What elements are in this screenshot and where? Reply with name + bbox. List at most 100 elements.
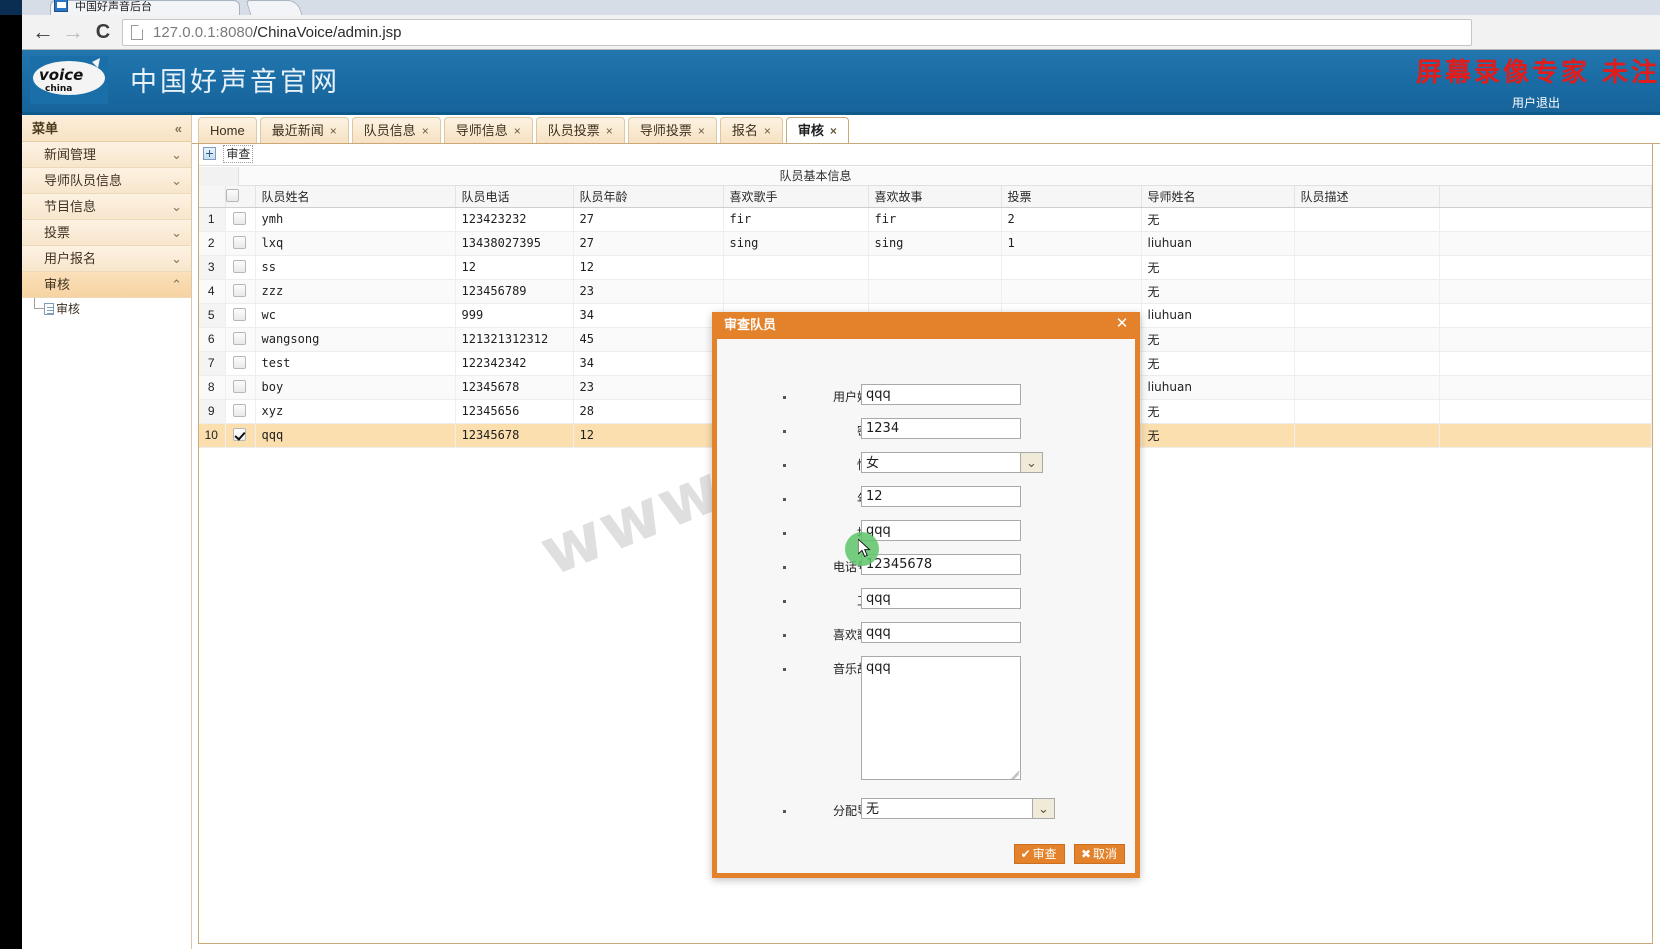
tab-3[interactable]: 导师信息 × [443,117,533,143]
cell-age: 27 [573,231,724,256]
header-col-7[interactable]: 队员描述 [1294,186,1440,208]
row-select-cell[interactable] [225,327,256,352]
field-age: 年龄： 12 [717,483,1135,517]
chevron-down-icon[interactable]: ⌄ [1021,452,1043,473]
logout-link[interactable]: 用户退出 [1512,94,1560,111]
tab-6[interactable]: 报名 × [719,117,783,143]
chevron-icon[interactable]: ⌃ [171,272,182,298]
tab-close-icon[interactable]: × [606,124,613,138]
row-select-cell[interactable] [225,399,256,424]
browser-tab[interactable]: 中国好声音后台 ✕ [50,0,240,15]
new-tab-button[interactable] [245,0,303,15]
password-input[interactable]: 1234 [861,418,1021,439]
row-checkbox[interactable] [233,404,246,417]
sidebar-item-4[interactable]: 用户报名 ⌄ [22,246,191,272]
header-col-5[interactable]: 投票 [1001,186,1142,208]
tab-7[interactable]: 审核 × [785,117,849,143]
close-x-icon: ✖ [1080,847,1092,861]
row-select-cell[interactable] [225,207,256,232]
sidebar-item-1[interactable]: 导师队员信息 ⌄ [22,168,191,194]
address-input[interactable]: qqq [861,520,1021,541]
row-select-cell[interactable] [225,423,256,448]
row-checkbox[interactable] [233,284,246,297]
chevron-icon[interactable]: ⌄ [171,220,182,246]
datagrid-header-row: 队员姓名 队员电话 队员年龄 喜欢歌手 喜欢故事 投票 导师姓名 队员描述 [199,186,1652,208]
cell-filler [1439,375,1652,400]
header-col-0[interactable]: 队员姓名 [255,186,456,208]
job-input[interactable]: qqq [861,588,1021,609]
header-col-3[interactable]: 喜欢歌手 [723,186,869,208]
tab-close-icon[interactable]: × [422,124,429,138]
cell-phone: 12345678 [455,375,574,400]
field-assign-mentor: 分配导师： 无 ⌄ [717,795,1135,829]
row-checkbox[interactable] [233,332,246,345]
forward-icon[interactable]: → [60,21,86,43]
expand-icon[interactable] [203,147,216,160]
tab-2[interactable]: 队员信息 × [351,117,441,143]
favorite-singer-input[interactable]: qqq [861,622,1021,643]
tab-1[interactable]: 最近新闻 × [259,117,349,143]
age-input[interactable]: 12 [861,486,1021,507]
header-col-2[interactable]: 队员年龄 [573,186,724,208]
sidebar-item-5[interactable]: 审核 ⌃ [22,272,191,298]
cell-desc [1294,231,1440,256]
row-checkbox[interactable] [233,236,246,249]
select-all-checkbox[interactable] [225,189,239,203]
phone-input[interactable]: 12345678 [861,554,1021,575]
sidebar-item-0[interactable]: 新闻管理 ⌄ [22,142,191,168]
tab-close-icon[interactable]: × [764,124,771,138]
gender-select[interactable]: 女 [861,452,1021,473]
assign-mentor-select[interactable]: 无 [861,798,1033,819]
row-select-cell[interactable] [225,303,256,328]
username-input[interactable]: qqq [861,384,1021,405]
header-select-all[interactable] [225,186,256,208]
chevron-icon[interactable]: ⌄ [171,246,182,272]
tab-close-icon[interactable]: × [514,124,521,138]
cell-age: 28 [573,399,724,424]
row-checkbox[interactable] [233,428,246,441]
table-row[interactable]: 1 ymh 123423232 27 fir fir 2 无 [199,207,1652,232]
row-select-cell[interactable] [225,351,256,376]
chevron-icon[interactable]: ⌄ [171,168,182,194]
row-checkbox[interactable] [233,212,246,225]
tab-0[interactable]: Home [198,117,257,143]
page-icon [44,303,54,315]
sidebar-item-2[interactable]: 节目信息 ⌄ [22,194,191,220]
row-checkbox[interactable] [233,260,246,273]
table-row[interactable]: 4 zzz 123456789 23 无 [199,279,1652,304]
sidebar-header[interactable]: 菜单 « [22,115,191,142]
row-select-cell[interactable] [225,231,256,256]
header-col-1[interactable]: 队员电话 [455,186,574,208]
textarea-resize-handle[interactable] [1009,768,1020,779]
row-checkbox[interactable] [233,356,246,369]
table-row[interactable]: 2 lxq 13438027395 27 sing sing 1 liuhuan [199,231,1652,256]
row-checkbox[interactable] [233,380,246,393]
tab-4[interactable]: 队员投票 × [535,117,625,143]
cell-mentor: 无 [1141,423,1295,448]
cell-phone: 999 [455,303,574,328]
cell-desc [1294,279,1440,304]
sidebar-item-3[interactable]: 投票 ⌄ [22,220,191,246]
header-col-4[interactable]: 喜欢故事 [868,186,1002,208]
chevron-icon[interactable]: ⌄ [171,142,182,168]
tab-close-icon[interactable]: × [830,124,837,138]
tab-close-icon[interactable]: × [330,124,337,138]
tab-5[interactable]: 导师投票 × [627,117,717,143]
row-select-cell[interactable] [225,255,256,280]
confirm-review-button[interactable]: ✔ 审查 [1013,844,1065,864]
cancel-button[interactable]: ✖ 取消 [1073,844,1125,864]
collapse-all-icon[interactable]: « [175,115,182,142]
header-col-6[interactable]: 导师姓名 [1141,186,1295,208]
back-icon[interactable]: ← [30,21,56,43]
tab-close-icon[interactable]: × [698,124,705,138]
chevron-down-icon[interactable]: ⌄ [1033,798,1055,819]
chevron-icon[interactable]: ⌄ [171,194,182,220]
address-bar[interactable]: 127.0.0.1:8080/ChinaVoice/admin.jsp [122,19,1472,46]
row-select-cell[interactable] [225,279,256,304]
close-icon[interactable]: ✕ [1113,315,1131,333]
reload-icon[interactable]: C [90,21,116,43]
row-checkbox[interactable] [233,308,246,321]
music-story-textarea[interactable]: qqq [861,656,1021,780]
row-select-cell[interactable] [225,375,256,400]
table-row[interactable]: 3 ss 12 12 无 [199,255,1652,280]
